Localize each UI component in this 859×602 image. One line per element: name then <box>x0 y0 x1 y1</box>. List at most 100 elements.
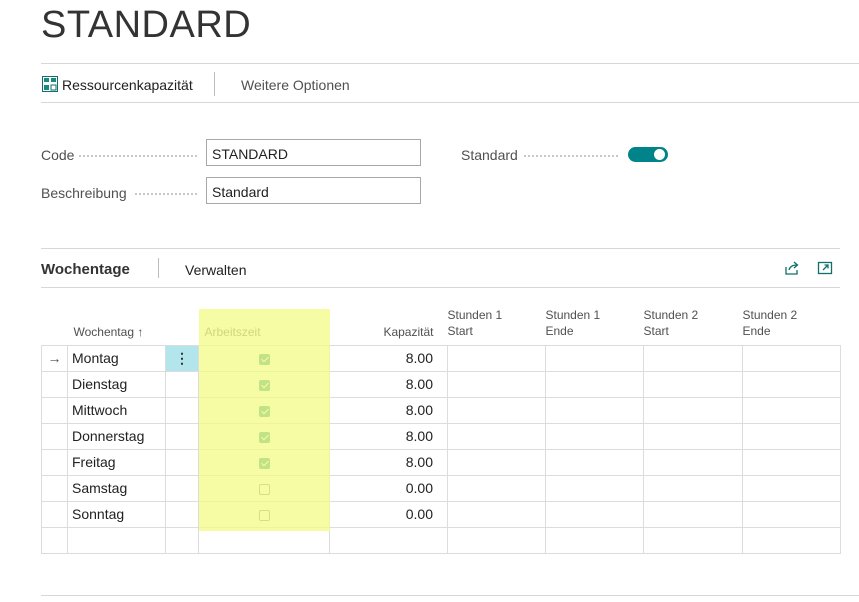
working-cell[interactable] <box>198 370 330 398</box>
h1-start-cell[interactable] <box>447 370 546 398</box>
h2-start-cell[interactable] <box>643 422 743 450</box>
working-checkbox[interactable] <box>258 353 270 365</box>
table-row[interactable]: Donnerstag 8.00 <box>41 422 841 450</box>
share-icon[interactable] <box>784 260 800 276</box>
weekday-cell[interactable]: Mittwoch <box>67 396 166 424</box>
code-leader-dots <box>79 155 197 157</box>
header-capacity[interactable]: Kapazität <box>329 299 448 346</box>
description-field[interactable]: Standard <box>206 177 421 204</box>
working-cell[interactable] <box>198 396 330 424</box>
capacity-cell[interactable]: 0.00 <box>329 500 448 528</box>
h2-end-cell[interactable] <box>742 344 841 372</box>
h1-end-cell[interactable] <box>545 422 644 450</box>
h2-end-cell[interactable] <box>742 370 841 398</box>
h1-start-cell[interactable] <box>447 344 546 372</box>
h1-start-cell[interactable] <box>447 500 546 528</box>
empty-cell[interactable] <box>742 526 841 554</box>
working-checkbox[interactable] <box>258 509 270 521</box>
resource-capacity-action[interactable]: Ressourcenkapazität <box>62 77 193 93</box>
header-h1-end[interactable]: Stunden 1 Ende <box>545 299 644 346</box>
code-field[interactable]: STANDARD <box>206 139 421 166</box>
h1-end-cell[interactable] <box>545 474 644 502</box>
h1-end-cell[interactable] <box>545 500 644 528</box>
empty-cell[interactable] <box>329 526 448 554</box>
working-cell[interactable] <box>198 448 330 476</box>
working-cell[interactable] <box>198 474 330 502</box>
working-cell[interactable] <box>198 422 330 450</box>
row-menu-icon[interactable]: ⋮ <box>165 344 199 372</box>
empty-cell[interactable] <box>447 526 546 554</box>
h2-start-cell[interactable] <box>643 474 743 502</box>
header-h2-start[interactable]: Stunden 2 Start <box>643 299 743 346</box>
standard-toggle[interactable] <box>628 147 668 162</box>
capacity-cell[interactable]: 8.00 <box>329 344 448 372</box>
header-h2-end[interactable]: Stunden 2 Ende <box>742 299 841 346</box>
h1-end-cell[interactable] <box>545 448 644 476</box>
weekday-cell[interactable]: Freitag <box>67 448 166 476</box>
capacity-cell[interactable]: 8.00 <box>329 370 448 398</box>
empty-cell[interactable] <box>67 526 166 554</box>
working-checkbox[interactable] <box>258 379 270 391</box>
h1-start-cell[interactable] <box>447 396 546 424</box>
header-h1-start-l2: Start <box>447 323 473 338</box>
empty-cell[interactable] <box>41 526 68 554</box>
header-h1-start[interactable]: Stunden 1 Start <box>447 299 546 346</box>
title-divider <box>41 63 859 64</box>
working-checkbox[interactable] <box>258 483 270 495</box>
table-row[interactable]: Mittwoch 8.00 <box>41 396 841 424</box>
manage-action[interactable]: Verwalten <box>185 262 246 278</box>
header-weekday[interactable]: Wochentag ↑ <box>67 299 166 346</box>
h2-start-cell[interactable] <box>643 396 743 424</box>
working-cell[interactable] <box>198 500 330 528</box>
empty-cell[interactable] <box>545 526 644 554</box>
working-checkbox[interactable] <box>258 431 270 443</box>
capacity-cell[interactable]: 8.00 <box>329 422 448 450</box>
empty-new-row[interactable] <box>41 526 841 554</box>
h2-start-cell[interactable] <box>643 370 743 398</box>
row-menu-cell[interactable] <box>165 370 199 398</box>
h2-end-cell[interactable] <box>742 422 841 450</box>
h1-end-cell[interactable] <box>545 344 644 372</box>
capacity-cell[interactable]: 8.00 <box>329 396 448 424</box>
header-working[interactable]: Arbeitszeit <box>198 299 330 346</box>
more-options-action[interactable]: Weitere Optionen <box>241 77 350 93</box>
h1-start-cell[interactable] <box>447 422 546 450</box>
weekday-cell[interactable]: Donnerstag <box>67 422 166 450</box>
row-menu-cell[interactable] <box>165 396 199 424</box>
row-menu-cell[interactable] <box>165 422 199 450</box>
working-cell[interactable] <box>198 344 330 372</box>
weekday-cell[interactable]: Dienstag <box>67 370 166 398</box>
weekday-cell[interactable]: Samstag <box>67 474 166 502</box>
capacity-cell[interactable]: 0.00 <box>329 474 448 502</box>
working-checkbox[interactable] <box>258 457 270 469</box>
weekday-cell[interactable]: Sonntag <box>67 500 166 528</box>
empty-cell[interactable] <box>643 526 743 554</box>
expand-icon[interactable] <box>817 260 833 276</box>
table-row[interactable]: Sonntag 0.00 <box>41 500 841 528</box>
h1-start-cell[interactable] <box>447 474 546 502</box>
weekday-cell[interactable]: Montag <box>67 344 166 372</box>
h2-end-cell[interactable] <box>742 474 841 502</box>
working-checkbox[interactable] <box>258 405 270 417</box>
h1-start-cell[interactable] <box>447 448 546 476</box>
row-menu-cell[interactable] <box>165 448 199 476</box>
h2-end-cell[interactable] <box>742 448 841 476</box>
table-row[interactable]: Dienstag 8.00 <box>41 370 841 398</box>
h2-start-cell[interactable] <box>643 344 743 372</box>
empty-cell[interactable] <box>165 526 199 554</box>
actionbar-separator <box>214 72 215 96</box>
h1-end-cell[interactable] <box>545 396 644 424</box>
h2-start-cell[interactable] <box>643 448 743 476</box>
row-menu-cell[interactable] <box>165 500 199 528</box>
table-row[interactable]: → Montag ⋮ 8.00 <box>41 344 841 372</box>
empty-cell[interactable] <box>198 526 330 554</box>
h2-end-cell[interactable] <box>742 500 841 528</box>
table-row[interactable]: Samstag 0.00 <box>41 474 841 502</box>
table-row[interactable]: Freitag 8.00 <box>41 448 841 476</box>
capacity-cell[interactable]: 8.00 <box>329 448 448 476</box>
h1-end-cell[interactable] <box>545 370 644 398</box>
row-menu-cell[interactable] <box>165 474 199 502</box>
h2-start-cell[interactable] <box>643 500 743 528</box>
h2-end-cell[interactable] <box>742 396 841 424</box>
resource-capacity-icon[interactable] <box>42 76 58 92</box>
